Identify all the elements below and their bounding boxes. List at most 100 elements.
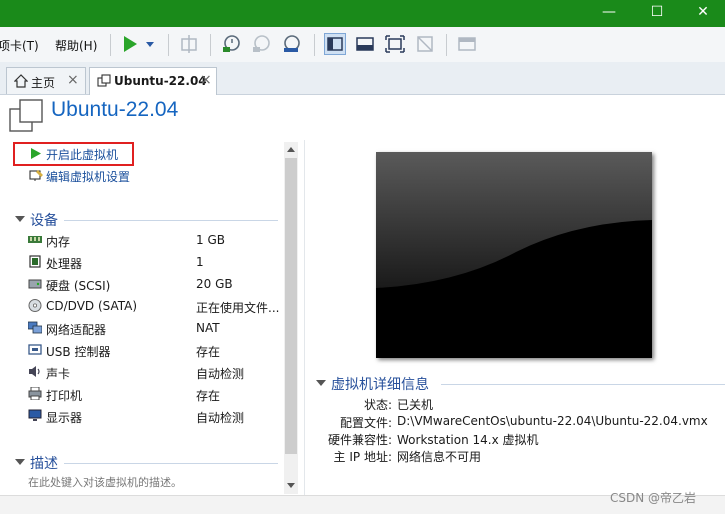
device-value: 自动检测 bbox=[196, 367, 245, 381]
device-value: 存在 bbox=[196, 345, 221, 359]
chevron-down-icon[interactable] bbox=[144, 33, 156, 55]
tab-ubuntu-label: Ubuntu-22.04 bbox=[114, 74, 207, 88]
fullscreen-icon[interactable] bbox=[384, 33, 406, 55]
collapse-details-icon[interactable] bbox=[316, 380, 326, 386]
minimize-button[interactable]: — bbox=[586, 0, 632, 27]
vm-header: Ubuntu-22.04 bbox=[0, 95, 725, 137]
view-settings-icon[interactable] bbox=[456, 33, 478, 55]
left-pane-scrollbar[interactable] bbox=[284, 142, 298, 494]
close-window-button[interactable]: ✕ bbox=[680, 0, 725, 27]
device-row-cpu[interactable]: 处理器 1 bbox=[28, 252, 288, 274]
toolbar-separator bbox=[446, 34, 447, 56]
device-value: 1 bbox=[196, 255, 204, 269]
settings-icon bbox=[29, 168, 44, 185]
details-value: 网络信息不可用 bbox=[397, 450, 482, 464]
toolbar-separator bbox=[110, 34, 111, 56]
device-name: 网络适配器 bbox=[46, 323, 107, 337]
device-name: 打印机 bbox=[46, 389, 83, 403]
collapse-description-icon[interactable] bbox=[15, 459, 25, 465]
display-icon bbox=[28, 409, 42, 422]
device-value: 20 GB bbox=[196, 277, 233, 291]
snapshot-manager-icon[interactable] bbox=[280, 33, 302, 55]
sound-icon bbox=[28, 365, 42, 378]
cd-icon bbox=[28, 299, 42, 312]
memory-icon bbox=[28, 233, 42, 246]
details-label: 状态: bbox=[363, 398, 392, 412]
device-value: NAT bbox=[196, 321, 220, 335]
details-value: Workstation 14.x 虚拟机 bbox=[397, 433, 539, 447]
toolbar-separator bbox=[314, 34, 315, 56]
device-row-memory[interactable]: 内存 1 GB bbox=[28, 230, 288, 252]
section-divider bbox=[64, 463, 278, 464]
collapse-devices-icon[interactable] bbox=[15, 216, 25, 222]
tab-strip: 主页 × Ubuntu-22.04 × bbox=[0, 62, 725, 95]
details-label: 主 IP 地址: bbox=[333, 450, 392, 464]
toolbar-separator bbox=[168, 34, 169, 56]
vm-icon bbox=[97, 74, 111, 91]
revert-snapshot-icon[interactable] bbox=[250, 33, 272, 55]
library-view-icon[interactable] bbox=[324, 33, 346, 55]
vm-screen-thumbnail[interactable] bbox=[376, 152, 652, 358]
power-on-icon[interactable] bbox=[120, 33, 142, 55]
printer-icon bbox=[28, 386, 42, 401]
device-value: 自动检测 bbox=[196, 411, 245, 425]
home-icon bbox=[13, 74, 29, 91]
description-placeholder[interactable]: 在此处键入对该虚拟机的描述。 bbox=[28, 474, 182, 490]
device-value: 正在使用文件... bbox=[196, 301, 280, 315]
details-value: 已关机 bbox=[397, 398, 434, 412]
tab-ubuntu[interactable]: Ubuntu-22.04 × bbox=[89, 67, 217, 95]
device-name: 声卡 bbox=[46, 367, 71, 381]
menu-tab[interactable]: 项卡(T) bbox=[0, 37, 39, 54]
device-row-cddvd[interactable]: CD/DVD (SATA) 正在使用文件... bbox=[28, 296, 288, 318]
device-row-sound[interactable]: 声卡 自动检测 bbox=[28, 362, 288, 384]
snapshot-icon[interactable] bbox=[220, 33, 242, 55]
pane-divider bbox=[304, 140, 305, 495]
details-heading: 虚拟机详细信息 bbox=[331, 377, 429, 393]
device-name: CD/DVD (SATA) bbox=[46, 299, 138, 313]
maximize-button[interactable]: ☐ bbox=[634, 0, 680, 27]
scrollbar-thumb[interactable] bbox=[285, 158, 297, 454]
cpu-icon bbox=[28, 255, 42, 268]
details-label: 硬件兼容性: bbox=[327, 433, 392, 447]
device-name: 处理器 bbox=[46, 257, 83, 271]
page-title: Ubuntu-22.04 bbox=[51, 98, 179, 121]
play-icon bbox=[30, 147, 42, 163]
device-row-display[interactable]: 显示器 自动检测 bbox=[28, 406, 288, 428]
device-name: USB 控制器 bbox=[46, 345, 111, 359]
console-view-icon[interactable] bbox=[354, 33, 376, 55]
tab-home[interactable]: 主页 × bbox=[6, 67, 86, 94]
toolbar-separator bbox=[210, 34, 211, 56]
scroll-down-icon[interactable] bbox=[286, 482, 296, 490]
device-row-disk[interactable]: 硬盘 (SCSI) 20 GB bbox=[28, 274, 288, 296]
tab-ubuntu-close-icon[interactable]: × bbox=[200, 72, 212, 88]
device-value: 1 GB bbox=[196, 233, 225, 247]
device-name: 显示器 bbox=[46, 411, 83, 425]
vm-large-icon bbox=[8, 97, 44, 136]
watermark-text: CSDN @帝乙岩 bbox=[610, 491, 697, 505]
device-row-network[interactable]: 网络适配器 NAT bbox=[27, 318, 288, 340]
device-name: 内存 bbox=[46, 235, 71, 249]
device-value: 存在 bbox=[196, 389, 221, 403]
scroll-up-icon[interactable] bbox=[286, 145, 296, 153]
tab-home-close-icon[interactable]: × bbox=[67, 72, 79, 88]
menubar-toolbar: 项卡(T) 帮助(H) bbox=[0, 27, 725, 63]
power-on-vm-link[interactable]: 开启此虚拟机 bbox=[46, 146, 118, 163]
section-divider bbox=[64, 220, 278, 221]
description-heading: 描述 bbox=[30, 456, 58, 472]
disk-icon bbox=[28, 277, 42, 290]
send-keys-icon[interactable] bbox=[178, 33, 200, 55]
menu-help[interactable]: 帮助(H) bbox=[55, 37, 97, 54]
device-name: 硬盘 (SCSI) bbox=[46, 279, 111, 293]
tab-home-label: 主页 bbox=[31, 76, 56, 90]
details-value: D:\VMwareCentOs\ubuntu-22.04\Ubuntu-22.0… bbox=[397, 414, 708, 428]
usb-icon bbox=[28, 343, 42, 356]
device-row-printer[interactable]: 打印机 存在 bbox=[28, 384, 288, 406]
network-icon bbox=[27, 321, 43, 334]
device-row-usb[interactable]: USB 控制器 存在 bbox=[28, 340, 288, 362]
window-titlebar: — ☐ ✕ bbox=[0, 0, 725, 27]
section-divider bbox=[441, 384, 725, 385]
details-label: 配置文件: bbox=[339, 416, 392, 430]
unity-icon[interactable] bbox=[414, 33, 436, 55]
edit-vm-settings-link[interactable]: 编辑虚拟机设置 bbox=[46, 168, 130, 185]
devices-heading: 设备 bbox=[30, 213, 58, 229]
